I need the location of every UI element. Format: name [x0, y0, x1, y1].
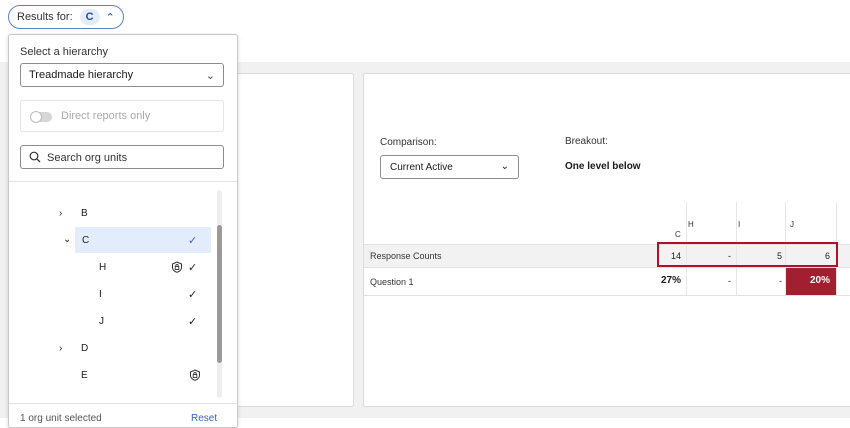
tree-item-label: J	[99, 315, 104, 327]
tree-item-b[interactable]: › B	[59, 200, 209, 226]
column-header-i: I	[738, 220, 741, 229]
direct-reports-toggle[interactable]	[30, 111, 52, 123]
comparison-label: Comparison:	[380, 137, 437, 148]
negative-cell: 20%	[786, 268, 836, 295]
divider	[9, 403, 237, 404]
tree-item-c[interactable]: C ✓	[75, 227, 211, 253]
check-icon: ✓	[188, 315, 198, 328]
results-for-label: Results for:	[17, 11, 73, 23]
cell-value: 20%	[809, 275, 830, 286]
hierarchy-label: Select a hierarchy	[20, 46, 109, 58]
chevron-down-icon[interactable]: ⌄	[63, 234, 71, 245]
column-header-c: C	[675, 230, 681, 239]
tree-item-j[interactable]: J ✓	[99, 308, 209, 334]
chevron-right-icon[interactable]: ›	[59, 343, 71, 354]
tree-item-label: C	[82, 234, 90, 246]
reset-link[interactable]: Reset	[191, 413, 217, 424]
tree-item-label: E	[81, 369, 88, 381]
check-icon: ✓	[188, 261, 198, 274]
results-for-button[interactable]: Results for: C ⌃	[8, 5, 124, 29]
breakout-value: One level below	[565, 161, 641, 172]
tree-item-h[interactable]: H ✓	[99, 254, 209, 280]
org-unit-picker-panel: Select a hierarchy Treadmade hierarchy ⌄…	[8, 34, 238, 428]
search-placeholder: Search org units	[47, 152, 128, 164]
results-for-value: C	[79, 9, 100, 25]
tree-item-label: I	[99, 288, 102, 300]
search-icon	[29, 151, 41, 163]
chevron-down-icon: ⌄	[205, 70, 215, 82]
check-icon: ✓	[188, 288, 198, 301]
table-row: Question 1 27% - -	[364, 268, 850, 296]
cell-value: 27%	[660, 275, 681, 286]
tree-item-label: H	[99, 261, 107, 273]
column-header-j: J	[790, 220, 794, 229]
comparison-select[interactable]: Current Active ⌄	[380, 155, 519, 179]
direct-reports-option: Direct reports only	[20, 100, 224, 132]
direct-reports-label: Direct reports only	[61, 110, 151, 122]
breakout-label: Breakout:	[565, 136, 608, 147]
search-input[interactable]: Search org units	[20, 145, 224, 169]
response-counts-highlight	[657, 242, 838, 267]
comparison-select-value: Current Active	[390, 162, 453, 173]
cell-value: -	[779, 276, 782, 286]
row-label: Response Counts	[370, 251, 442, 261]
table-header-row: C H I J	[364, 202, 850, 245]
tree-item-label: D	[81, 342, 89, 354]
lock-icon	[172, 261, 182, 273]
check-icon: ✓	[188, 234, 198, 247]
column-header-h: H	[688, 220, 694, 229]
chevron-right-icon[interactable]: ›	[59, 208, 71, 219]
row-label: Question 1	[370, 277, 414, 287]
selection-count: 1 org unit selected	[20, 413, 102, 424]
chevron-down-icon: ⌄	[500, 161, 509, 172]
lock-icon	[190, 369, 200, 381]
divider	[9, 181, 237, 182]
tree-item-e[interactable]: E	[81, 362, 209, 388]
hierarchy-select-value: Treadmade hierarchy	[29, 69, 134, 81]
hierarchy-select[interactable]: Treadmade hierarchy ⌄	[20, 63, 224, 87]
chevron-up-icon: ⌃	[105, 11, 115, 24]
tree-item-i[interactable]: I ✓	[99, 281, 209, 307]
tree-item-label: B	[81, 207, 88, 219]
tree-item-d[interactable]: › D	[59, 335, 209, 361]
scrollbar-thumb[interactable]	[217, 225, 222, 363]
cell-value: -	[728, 276, 731, 286]
